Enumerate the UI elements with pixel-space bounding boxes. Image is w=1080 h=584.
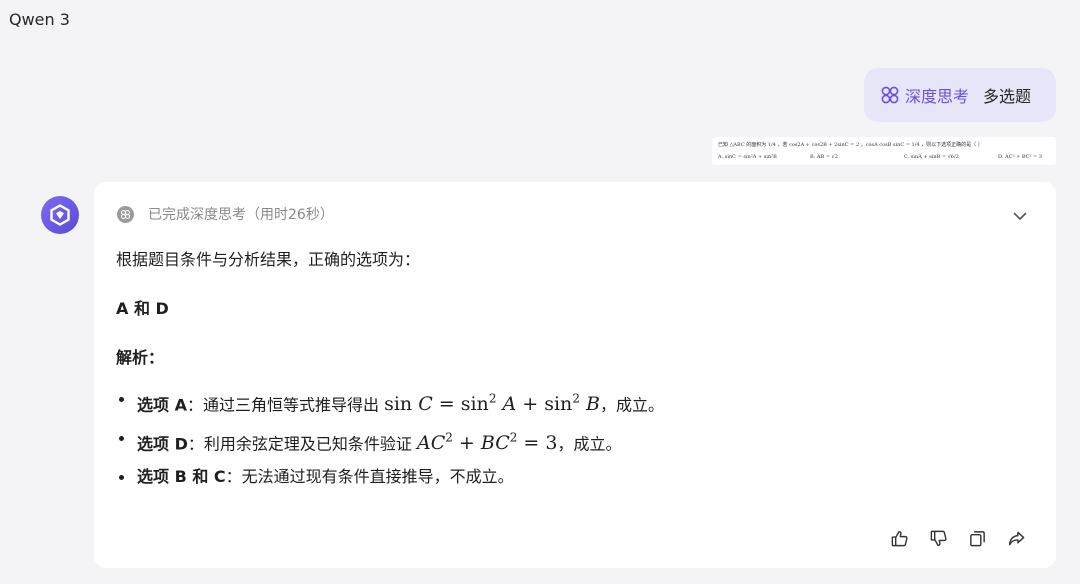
option-label: 选项 A	[137, 395, 187, 415]
think-status-icon	[117, 205, 134, 223]
assistant-avatar	[41, 196, 79, 234]
formula-a: sin C = sin2 A + sin2 B	[384, 392, 600, 416]
answer-result: A 和 D	[116, 299, 169, 318]
deep-think-label: 深度思考	[905, 87, 970, 106]
analysis-item-d: 选项 D：利用余弦定理及已知条件验证 AC2 + BC2 = 3，成立。	[116, 422, 664, 461]
chevron-down-icon[interactable]	[1012, 208, 1028, 224]
formula-d: AC2 + BC2 = 3	[416, 431, 558, 455]
analysis-list: 选项 A：通过三角恒等式推导得出 sin C = sin2 A + sin2 B…	[116, 383, 664, 500]
qwen-logo-icon	[50, 204, 70, 226]
question-image[interactable]: 已知 △ABC 的面积为 1/4 ，若 cos2A + cos2B + 2sin…	[712, 137, 1056, 165]
question-option-a: A. sinC = sin²A + sin²B	[718, 154, 777, 160]
deep-think-tag: 深度思考	[880, 83, 969, 107]
analysis-item-a: 选项 A：通过三角恒等式推导得出 sin C = sin2 A + sin2 B…	[116, 383, 664, 422]
option-label: 选项 D	[137, 434, 188, 454]
model-name[interactable]: Qwen 3	[9, 10, 70, 29]
question-option-c: C. sinA + sinB = √6/2	[904, 154, 959, 160]
question-stem: 已知 △ABC 的面积为 1/4 ，若 cos2A + cos2B + 2sin…	[718, 142, 983, 148]
thumbs-down-icon[interactable]	[929, 529, 948, 548]
option-suffix: ，成立。	[557, 434, 622, 454]
option-text: ：通过三角恒等式推导得出	[186, 395, 379, 415]
option-label: 选项 B 和 C	[137, 467, 226, 486]
analysis-heading: 解析：	[116, 348, 165, 367]
option-text: ：无法通过现有条件直接推导，不成立。	[225, 467, 514, 486]
share-icon[interactable]	[1007, 529, 1026, 548]
option-suffix: ，成立。	[599, 395, 664, 415]
thinking-status-toggle[interactable]: 已完成深度思考（用时26秒）	[117, 204, 334, 224]
option-text: ：利用余弦定理及已知条件验证	[187, 434, 412, 454]
question-type-text: 多选题	[983, 87, 1032, 106]
copy-icon[interactable]	[968, 529, 987, 548]
thumbs-up-icon[interactable]	[890, 529, 909, 548]
deep-think-icon	[881, 86, 899, 104]
question-option-d: D. AC² + BC² = 3	[998, 154, 1042, 160]
answer-intro: 根据题目条件与分析结果，正确的选项为：	[116, 250, 421, 269]
question-option-b: B. AB = √2	[810, 154, 838, 160]
analysis-item-bc: 选项 B 和 C：无法通过现有条件直接推导，不成立。	[116, 461, 664, 500]
user-message-bubble: 深度思考 多选题	[864, 68, 1056, 122]
thinking-status-text: 已完成深度思考（用时26秒）	[148, 207, 334, 223]
message-actions	[890, 529, 1026, 548]
assistant-answer-card: 已完成深度思考（用时26秒） 根据题目条件与分析结果，正确的选项为： A 和 D…	[94, 182, 1056, 568]
